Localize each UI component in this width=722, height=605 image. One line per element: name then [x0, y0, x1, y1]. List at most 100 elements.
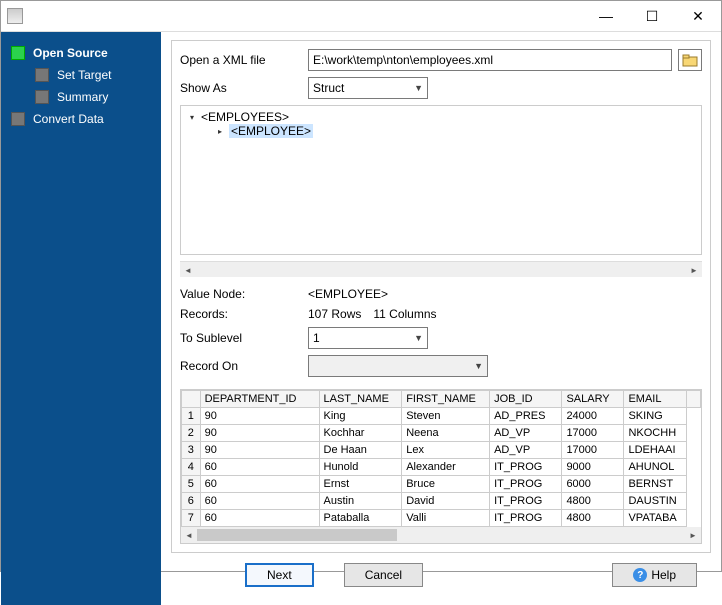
cell[interactable]: 60 [200, 459, 319, 476]
cell[interactable]: 60 [200, 510, 319, 527]
tree-node-employee[interactable]: ▸ <EMPLOYEE> [187, 124, 695, 138]
cell[interactable]: AHUNOL [624, 459, 686, 476]
record-on-select[interactable]: ▼ [308, 355, 488, 377]
cell[interactable]: Hunold [319, 459, 402, 476]
expand-icon[interactable]: ▸ [215, 127, 225, 136]
cell[interactable]: 60 [200, 476, 319, 493]
tree-node-label: <EMPLOYEES> [201, 110, 289, 124]
cell[interactable]: Valli [402, 510, 490, 527]
cell[interactable]: 4800 [562, 510, 624, 527]
cell[interactable]: 90 [200, 442, 319, 459]
file-path-input[interactable] [308, 49, 672, 71]
sidebar-item-summary[interactable]: Summary [1, 86, 161, 108]
col-header[interactable]: SALARY [562, 391, 624, 408]
cell[interactable]: Kochhar [319, 425, 402, 442]
cell[interactable]: NKOCHH [624, 425, 686, 442]
corner-cell [182, 391, 201, 408]
open-file-label: Open a XML file [180, 53, 302, 67]
cell[interactable]: SKING [624, 408, 686, 425]
cell[interactable]: 4800 [562, 493, 624, 510]
col-header[interactable]: DEPARTMENT_ID [200, 391, 319, 408]
cell[interactable]: VPATABA [624, 510, 686, 527]
cell[interactable]: IT_PROG [490, 493, 562, 510]
close-button[interactable]: ✕ [675, 1, 721, 31]
show-as-select[interactable]: Struct ▼ [308, 77, 428, 99]
sidebar-item-convert-data[interactable]: Convert Data [1, 108, 161, 130]
show-as-label: Show As [180, 81, 302, 95]
scroll-left-icon[interactable]: ◄ [180, 262, 196, 278]
cell[interactable]: 90 [200, 425, 319, 442]
table-row[interactable]: 190KingStevenAD_PRES24000SKING [182, 408, 701, 425]
help-button[interactable]: ? Help [612, 563, 697, 587]
col-header[interactable]: LAST_NAME [319, 391, 402, 408]
xml-tree-view[interactable]: ▾ <EMPLOYEES> ▸ <EMPLOYEE> [180, 105, 702, 255]
titlebar: — ☐ ✕ [1, 1, 721, 31]
collapse-icon[interactable]: ▾ [187, 113, 197, 122]
cell[interactable]: 9000 [562, 459, 624, 476]
minimize-button[interactable]: — [583, 1, 629, 31]
col-header[interactable]: FIRST_NAME [402, 391, 490, 408]
cell[interactable]: 6000 [562, 476, 624, 493]
cell[interactable]: Austin [319, 493, 402, 510]
step-marker-icon [35, 90, 49, 104]
cell[interactable]: Pataballa [319, 510, 402, 527]
next-button[interactable]: Next [245, 563, 314, 587]
cell[interactable]: Neena [402, 425, 490, 442]
records-label: Records: [180, 307, 302, 321]
cell[interactable]: IT_PROG [490, 510, 562, 527]
tree-node-employees[interactable]: ▾ <EMPLOYEES> [187, 110, 695, 124]
scroll-right-icon[interactable]: ► [686, 262, 702, 278]
cell[interactable]: LDEHAAI [624, 442, 686, 459]
value-node-label: Value Node: [180, 287, 302, 301]
sidebar-item-set-target[interactable]: Set Target [1, 64, 161, 86]
browse-button[interactable] [678, 49, 702, 71]
col-header[interactable]: JOB_ID [490, 391, 562, 408]
cell[interactable]: AD_VP [490, 442, 562, 459]
to-sublevel-select[interactable]: 1 ▼ [308, 327, 428, 349]
cell[interactable]: De Haan [319, 442, 402, 459]
cell[interactable]: IT_PROG [490, 476, 562, 493]
cell[interactable]: David [402, 493, 490, 510]
cell[interactable]: Lex [402, 442, 490, 459]
scrollbar-thumb[interactable] [197, 529, 397, 541]
table-row[interactable]: 390De HaanLexAD_VP17000LDEHAAI [182, 442, 701, 459]
table-row[interactable]: 760PataballaValliIT_PROG4800VPATABA [182, 510, 701, 527]
row-header: 2 [182, 425, 201, 442]
cell[interactable]: King [319, 408, 402, 425]
sidebar-item-label: Convert Data [33, 112, 104, 126]
cell[interactable]: IT_PROG [490, 459, 562, 476]
cell[interactable]: 17000 [562, 442, 624, 459]
table-row[interactable]: 660AustinDavidIT_PROG4800DAUSTIN [182, 493, 701, 510]
v-scrollbar[interactable] [686, 391, 701, 408]
scroll-left-icon[interactable]: ◄ [181, 527, 197, 543]
cell[interactable]: Bruce [402, 476, 490, 493]
grid-h-scrollbar[interactable]: ◄ ► [181, 527, 701, 543]
cell[interactable]: 90 [200, 408, 319, 425]
cell[interactable]: AD_PRES [490, 408, 562, 425]
value-node-value: <EMPLOYEE> [308, 287, 388, 301]
sidebar-item-open-source[interactable]: Open Source [1, 42, 161, 64]
col-header[interactable]: EMAIL [624, 391, 686, 408]
table-row[interactable]: 290KochharNeenaAD_VP17000NKOCHH [182, 425, 701, 442]
cell[interactable]: 17000 [562, 425, 624, 442]
cell[interactable]: Steven [402, 408, 490, 425]
cell[interactable]: 60 [200, 493, 319, 510]
row-header: 3 [182, 442, 201, 459]
cell[interactable]: DAUSTIN [624, 493, 686, 510]
cell[interactable]: BERNST [624, 476, 686, 493]
cell[interactable]: 24000 [562, 408, 624, 425]
table-header-row: DEPARTMENT_ID LAST_NAME FIRST_NAME JOB_I… [182, 391, 701, 408]
cell[interactable]: Ernst [319, 476, 402, 493]
cell[interactable]: AD_VP [490, 425, 562, 442]
cancel-button[interactable]: Cancel [344, 563, 423, 587]
records-columns: 11 Columns [373, 307, 436, 321]
table-row[interactable]: 460HunoldAlexanderIT_PROG9000AHUNOL [182, 459, 701, 476]
row-header: 4 [182, 459, 201, 476]
maximize-button[interactable]: ☐ [629, 1, 675, 31]
scroll-right-icon[interactable]: ► [685, 527, 701, 543]
tree-h-scrollbar[interactable]: ◄ ► [180, 261, 702, 277]
row-header: 6 [182, 493, 201, 510]
records-rows: 107 Rows [308, 307, 361, 321]
table-row[interactable]: 560ErnstBruceIT_PROG6000BERNST [182, 476, 701, 493]
cell[interactable]: Alexander [402, 459, 490, 476]
